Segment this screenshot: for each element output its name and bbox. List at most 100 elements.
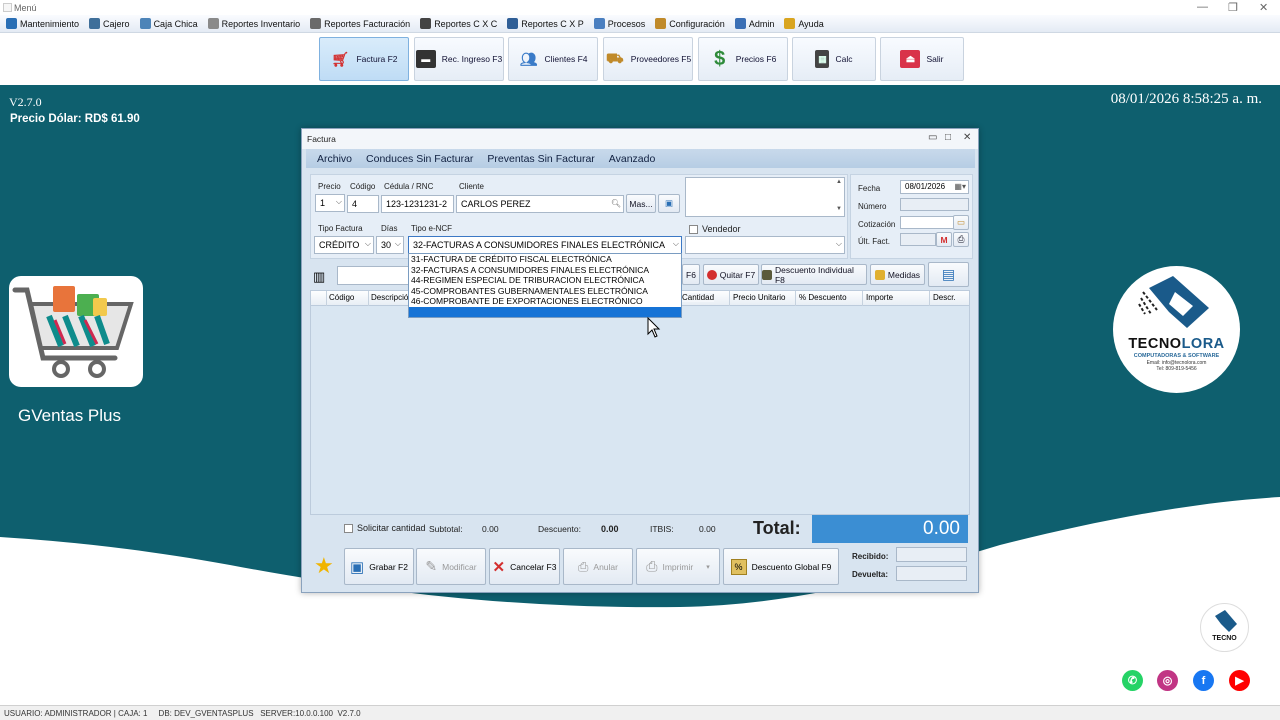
toolbar: 🛒︎ Factura F2 ▬ Rec. Ingreso F3 👥︎ Clien… (0, 33, 1280, 85)
remove-item-button[interactable]: Quitar F7 (703, 264, 759, 285)
suppliers-button[interactable]: ⛟ Proveedores F5 (603, 37, 693, 81)
cliente-input[interactable]: CARLOS PEREZ 🔍︎ (456, 195, 624, 213)
void-button[interactable]: ⎙ Anular (563, 548, 633, 585)
tipo-encf-select[interactable]: 32-FACTURAS A CONSUMIDORES FINALES ELECT… (408, 236, 682, 254)
col-precio-unitario[interactable]: Precio Unitario (733, 293, 785, 302)
menu-item-5[interactable]: Reportes C X C (420, 18, 497, 29)
tecnolora-small-emblem-icon: TECNO (1212, 610, 1237, 642)
whatsapp-icon[interactable]: ✆ (1122, 670, 1143, 691)
recibido-field[interactable] (896, 547, 967, 562)
tecnolora-small-logo: TECNO (1200, 603, 1249, 652)
chevron-down-icon: ⌵ (835, 239, 842, 248)
menu-item-3[interactable]: Reportes Inventario (207, 18, 300, 29)
tipo-encf-dropdown-list[interactable]: 31-FACTURA DE CRÉDITO FISCAL ELECTRÓNICA… (408, 253, 682, 318)
devuelta-label: Devuelta: (852, 570, 889, 579)
menu-archivo[interactable]: Archivo (317, 153, 352, 165)
items-grid[interactable]: Código Descripción Cantidad Precio Unita… (310, 290, 970, 515)
print-button[interactable]: ⎙ Imprimir ▾ (636, 548, 720, 585)
fecha-picker[interactable]: 08/01/2026 ▦▾ (900, 180, 969, 194)
precio-select[interactable]: 1 ⌵ (315, 194, 345, 212)
vendedor-select[interactable]: ⌵ (685, 236, 845, 254)
save-button[interactable]: ▣ Grabar F2 (344, 548, 414, 585)
solicitar-cantidad-checkbox[interactable]: Solicitar cantidad (344, 523, 426, 534)
codigo-input[interactable]: 4 (347, 195, 379, 213)
modify-button[interactable]: ✎ Modificar (416, 548, 486, 585)
print-last-button[interactable]: ⎙ (953, 232, 969, 247)
menu-item-6[interactable]: Reportes C X P (507, 18, 584, 29)
dialog-menu-bar: Archivo Conduces Sin Facturar Preventas … (306, 149, 975, 168)
billing-report-icon (310, 18, 322, 29)
restore-button[interactable]: ❐ (1228, 1, 1238, 14)
menu-avanzado[interactable]: Avanzado (609, 153, 656, 165)
cedula-input[interactable]: 123-1231231-2 (381, 195, 454, 213)
facebook-icon[interactable]: f (1193, 670, 1214, 691)
payables-report-icon (507, 18, 519, 29)
save-client-button[interactable]: ▣ (658, 194, 680, 213)
folder-button[interactable]: ▭ (953, 215, 969, 230)
petty-cash-icon (139, 18, 151, 29)
cancel-button[interactable]: ✕ Cancelar F3 (489, 548, 560, 585)
invoice-button[interactable]: 🛒︎ Factura F2 (319, 37, 409, 81)
vendedor-checkbox[interactable]: Vendedor (689, 224, 741, 235)
help-icon (784, 18, 796, 29)
menu-item-7[interactable]: Procesos (593, 18, 645, 29)
col-descr[interactable]: Descr. (933, 293, 956, 302)
income-receipt-button[interactable]: ▬ Rec. Ingreso F3 (414, 37, 504, 81)
calculator-button[interactable]: ▦ Calc (792, 37, 876, 81)
barcode-icon[interactable]: ▥ (313, 269, 325, 285)
global-discount-button[interactable]: % Descuento Global F9 (723, 548, 839, 585)
subtotal-label: Subtotal: (429, 524, 463, 534)
f6-button[interactable]: F6 (682, 264, 700, 285)
encf-option[interactable]: 44-REGIMEN ESPECIAL DE TRIBURACION ELECT… (409, 275, 681, 286)
menu-item-8[interactable]: Configuración (655, 18, 725, 29)
col-importe[interactable]: Importe (866, 293, 893, 302)
cliente-label: Cliente (459, 182, 484, 191)
encf-option[interactable]: 45-COMPROBANTES GUBERNAMENTALES ELECTRÓN… (409, 286, 681, 297)
instagram-icon[interactable]: ◎ (1157, 670, 1178, 691)
encf-option-highlighted[interactable] (409, 306, 681, 317)
numero-field (900, 198, 969, 211)
dias-label: Días (381, 224, 398, 233)
barcode-input[interactable] (337, 266, 409, 285)
close-button[interactable]: ✕ (1259, 1, 1268, 14)
tipo-factura-select[interactable]: CRÉDITO ⌵ (314, 236, 374, 254)
col-cantidad[interactable]: Cantidad (680, 293, 715, 302)
menu-conduces[interactable]: Conduces Sin Facturar (366, 153, 473, 165)
prices-button[interactable]: $ Precios F6 (698, 37, 788, 81)
encf-option[interactable]: 46-COMPROBANTE DE EXPORTACIONES ELECTRÓN… (409, 296, 681, 307)
menu-preventas[interactable]: Preventas Sin Facturar (487, 153, 594, 165)
measures-button[interactable]: Medidas (870, 264, 925, 285)
dialog-maximize-button[interactable]: □ (945, 132, 951, 143)
remove-icon (706, 269, 717, 280)
encf-option[interactable]: 32-FACTURAS A CONSUMIDORES FINALES ELECT… (409, 265, 681, 276)
col-descuento[interactable]: % Descuento (799, 293, 847, 302)
encf-option[interactable]: 31-FACTURA DE CRÉDITO FISCAL ELECTRÓNICA (409, 254, 681, 265)
dias-select[interactable]: 30 ⌵ (376, 236, 404, 254)
menu-item-1[interactable]: Cajero (89, 18, 130, 29)
mas-button[interactable]: Mas... (626, 194, 656, 213)
favorite-star-icon[interactable]: ★ (314, 553, 334, 579)
menu-item-10[interactable]: Ayuda (784, 18, 824, 29)
col-codigo[interactable]: Código (329, 293, 354, 302)
app-name: GVentas Plus (18, 406, 122, 425)
menu-item-0[interactable]: Mantenimiento (6, 18, 79, 29)
minimize-button[interactable]: — (1197, 1, 1208, 13)
dialog-close-button[interactable]: ✕ (963, 132, 971, 143)
email-button[interactable]: M (936, 232, 952, 247)
exit-button[interactable]: ⏏ Salir (880, 37, 964, 81)
checkbox-icon (689, 225, 698, 235)
item-discount-button[interactable]: Descuento Individual F8 (761, 264, 867, 285)
youtube-icon[interactable]: ▶ (1229, 670, 1250, 691)
dollar-icon: $ (714, 47, 726, 70)
notes-textarea[interactable]: ▲ ▼ (685, 177, 845, 217)
copy-button[interactable]: ▤ (928, 262, 969, 287)
cotizacion-input[interactable] (900, 216, 954, 229)
menu-item-2[interactable]: Caja Chica (139, 18, 198, 29)
cedula-label: Cédula / RNC (384, 182, 434, 191)
col-descripcion[interactable]: Descripción (371, 293, 413, 302)
menu-item-4[interactable]: Reportes Facturación (310, 18, 410, 29)
dialog-minimize-button[interactable]: ▭ (928, 132, 937, 143)
clients-button[interactable]: 👥︎ Clientes F4 (508, 37, 598, 81)
receivables-report-icon (420, 18, 432, 29)
menu-item-9[interactable]: Admin (734, 18, 774, 29)
